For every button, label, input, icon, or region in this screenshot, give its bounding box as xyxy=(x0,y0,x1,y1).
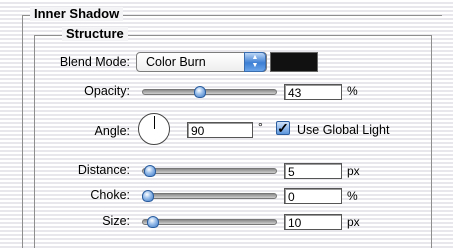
distance-slider-thumb[interactable] xyxy=(144,165,156,177)
distance-input[interactable]: 5 xyxy=(284,163,342,179)
group-title: Inner Shadow xyxy=(30,7,124,21)
angle-dial-hand xyxy=(154,116,155,129)
opacity-label: Opacity: xyxy=(84,84,130,98)
angle-dial-icon[interactable] xyxy=(138,113,170,145)
angle-input[interactable]: 90 xyxy=(187,122,253,138)
shadow-color-swatch[interactable] xyxy=(270,52,318,72)
opacity-input[interactable]: 43 xyxy=(284,84,342,100)
blend-mode-select[interactable]: Color Burn ▲ ▼ xyxy=(136,52,267,72)
size-input[interactable]: 10 xyxy=(284,214,342,230)
distance-unit: px xyxy=(347,164,360,178)
choke-slider-thumb[interactable] xyxy=(142,190,154,202)
structure-title: Structure xyxy=(62,27,128,41)
size-slider-thumb[interactable] xyxy=(147,216,159,228)
checkmark-icon: ✓ xyxy=(277,120,289,136)
up-down-arrows-icon: ▲ ▼ xyxy=(244,52,266,72)
angle-unit: ° xyxy=(258,120,263,134)
size-slider-track[interactable] xyxy=(142,219,277,225)
choke-input[interactable]: 0 xyxy=(284,188,342,204)
size-label: Size: xyxy=(102,214,130,228)
choke-unit: % xyxy=(347,189,358,203)
size-unit: px xyxy=(347,215,360,229)
choke-slider-track[interactable] xyxy=(142,193,277,199)
blend-mode-label: Blend Mode: xyxy=(59,55,130,69)
distance-slider-track[interactable] xyxy=(142,168,277,174)
structure-border-left xyxy=(34,35,35,248)
group-border-left xyxy=(22,15,23,248)
opacity-unit: % xyxy=(347,84,358,98)
opacity-slider-track[interactable] xyxy=(142,89,277,95)
choke-label: Choke: xyxy=(90,188,130,202)
use-global-light-checkbox[interactable]: ✓ xyxy=(276,121,290,135)
distance-label: Distance: xyxy=(77,163,130,177)
structure-border-right xyxy=(431,35,432,248)
use-global-light-label[interactable]: Use Global Light xyxy=(297,123,389,137)
blend-mode-value: Color Burn xyxy=(146,55,206,69)
angle-label: Angle: xyxy=(94,124,130,138)
opacity-slider-thumb[interactable] xyxy=(194,86,206,98)
